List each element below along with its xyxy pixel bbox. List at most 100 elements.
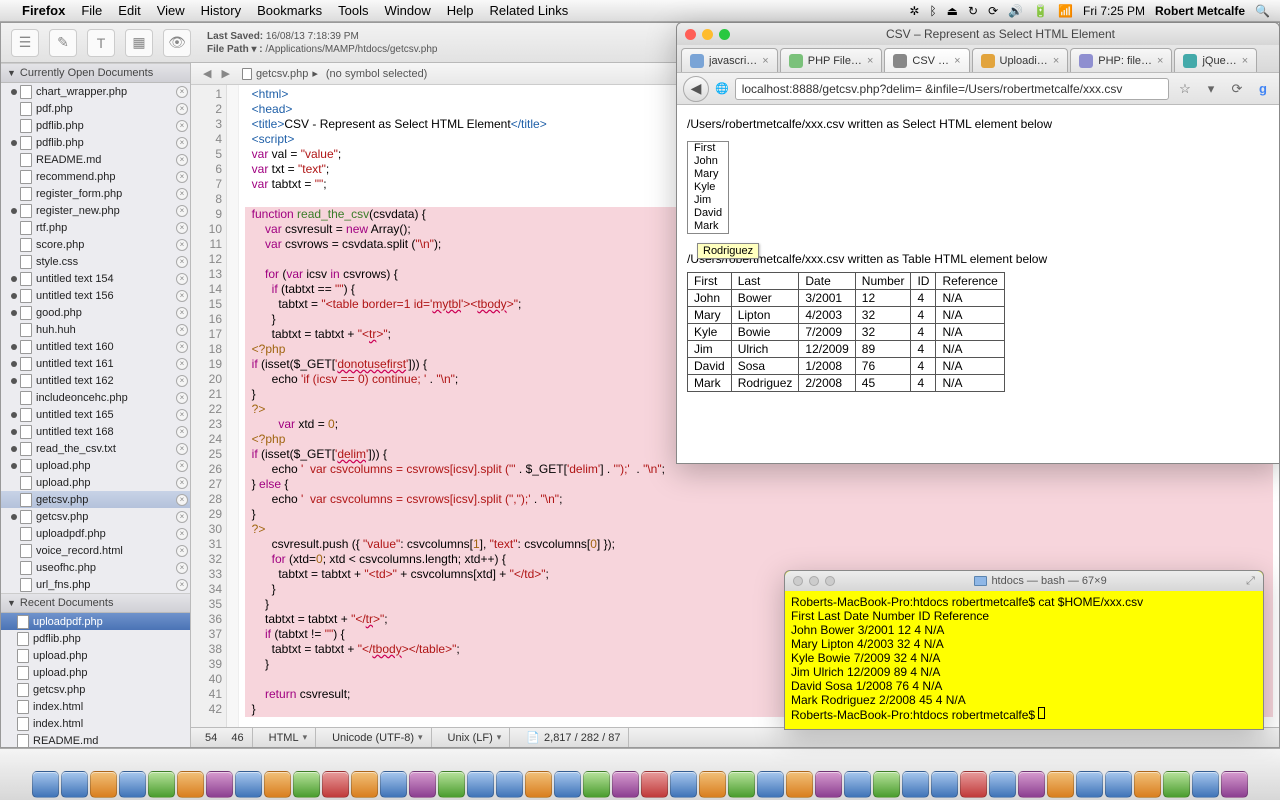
dock-app-icon[interactable] xyxy=(989,771,1016,798)
status-lineend[interactable]: Unix (LF) xyxy=(440,728,511,747)
nav-fwd-icon[interactable]: ▶ xyxy=(217,67,233,80)
dock-app-icon[interactable] xyxy=(670,771,697,798)
sidebar-item[interactable]: voice_record.html× xyxy=(1,542,190,559)
dock-app-icon[interactable] xyxy=(902,771,929,798)
dock-app-icon[interactable] xyxy=(641,771,668,798)
sidebar-item[interactable]: chart_wrapper.php× xyxy=(1,83,190,100)
app-name[interactable]: Firefox xyxy=(22,3,65,18)
dock-app-icon[interactable] xyxy=(815,771,842,798)
dock-app-icon[interactable] xyxy=(1134,771,1161,798)
sidebar-item[interactable]: uploadpdf.php xyxy=(1,613,190,630)
sidebar-item[interactable]: untitled text 168× xyxy=(1,423,190,440)
dock-app-icon[interactable] xyxy=(1047,771,1074,798)
sidebar-item[interactable]: pdf.php× xyxy=(1,100,190,117)
back-button[interactable]: ◀ xyxy=(683,76,709,102)
dock-app-icon[interactable] xyxy=(322,771,349,798)
dock-app-icon[interactable] xyxy=(90,771,117,798)
menu-tools[interactable]: Tools xyxy=(338,3,368,18)
dock-app-icon[interactable] xyxy=(293,771,320,798)
menu-file[interactable]: File xyxy=(81,3,102,18)
preview-icon[interactable]: 👁 xyxy=(163,29,191,57)
sidebar-item[interactable]: index.html xyxy=(1,715,190,732)
sidebar-item[interactable]: getcsv.php xyxy=(1,681,190,698)
dock-app-icon[interactable] xyxy=(177,771,204,798)
sidebar-item[interactable]: README.md xyxy=(1,732,190,747)
close-doc-icon[interactable]: × xyxy=(176,324,188,336)
dock-app-icon[interactable] xyxy=(32,771,59,798)
search-engine-icon[interactable]: g xyxy=(1253,81,1273,96)
menu-help[interactable]: Help xyxy=(447,3,474,18)
dock-app-icon[interactable] xyxy=(496,771,523,798)
zoom-icon[interactable] xyxy=(825,576,835,586)
dock-app-icon[interactable] xyxy=(583,771,610,798)
edit-icon[interactable]: ✎ xyxy=(49,29,77,57)
terminal-content[interactable]: Roberts-MacBook-Pro:htdocs robertmetcalf… xyxy=(785,591,1263,726)
browser-tab[interactable]: jQue…× xyxy=(1174,48,1257,72)
close-doc-icon[interactable]: × xyxy=(176,409,188,421)
browser-tab[interactable]: Uploadi…× xyxy=(972,48,1069,72)
dock-app-icon[interactable] xyxy=(931,771,958,798)
sync-icon[interactable]: ↻ xyxy=(968,4,978,18)
close-doc-icon[interactable]: × xyxy=(176,358,188,370)
terminal-titlebar[interactable]: htdocs — bash — 67×9 ⤢ xyxy=(785,571,1263,591)
close-doc-icon[interactable]: × xyxy=(176,426,188,438)
dock-app-icon[interactable] xyxy=(1221,771,1248,798)
spotlight-icon[interactable]: 🔍 xyxy=(1255,4,1270,18)
close-icon[interactable] xyxy=(793,576,803,586)
menu-history[interactable]: History xyxy=(201,3,241,18)
sidebar-item[interactable]: pdflib.php xyxy=(1,630,190,647)
close-doc-icon[interactable]: × xyxy=(176,256,188,268)
browser-tab[interactable]: PHP File…× xyxy=(780,48,883,72)
browser-tab[interactable]: javascri…× xyxy=(681,48,778,72)
dock-app-icon[interactable] xyxy=(1163,771,1190,798)
fold-column[interactable] xyxy=(227,85,239,727)
minimize-icon[interactable] xyxy=(809,576,819,586)
dock-app-icon[interactable] xyxy=(467,771,494,798)
sidebar-item[interactable]: upload.php× xyxy=(1,457,190,474)
bluetooth-icon[interactable]: ᛒ xyxy=(929,4,936,18)
sidebar-item[interactable]: getcsv.php× xyxy=(1,491,190,508)
recent-docs-header[interactable]: ▼Recent Documents xyxy=(1,593,190,613)
sidebar-item[interactable]: pdflib.php× xyxy=(1,134,190,151)
select-element[interactable]: FirstJohnMaryKyleJimDavidMark xyxy=(687,141,729,234)
dock-app-icon[interactable] xyxy=(119,771,146,798)
status-lang[interactable]: HTML xyxy=(261,728,316,747)
close-doc-icon[interactable]: × xyxy=(176,579,188,591)
sidebar-toggle-icon[interactable]: ☰ xyxy=(11,29,39,57)
sidebar-item[interactable]: url_fns.php× xyxy=(1,576,190,593)
dock-app-icon[interactable] xyxy=(438,771,465,798)
expand-icon[interactable]: ⤢ xyxy=(1246,575,1255,588)
sidebar-item[interactable]: untitled text 165× xyxy=(1,406,190,423)
sidebar-item[interactable]: untitled text 160× xyxy=(1,338,190,355)
sidebar-item[interactable]: read_the_csv.txt× xyxy=(1,440,190,457)
close-doc-icon[interactable]: × xyxy=(176,307,188,319)
dock-app-icon[interactable] xyxy=(699,771,726,798)
browser-tab[interactable]: CSV …× xyxy=(884,48,969,72)
close-doc-icon[interactable]: × xyxy=(176,239,188,251)
dock-app-icon[interactable] xyxy=(409,771,436,798)
close-doc-icon[interactable]: × xyxy=(176,375,188,387)
dock-app-icon[interactable] xyxy=(1105,771,1132,798)
dock-app-icon[interactable] xyxy=(757,771,784,798)
sidebar-item[interactable]: pdflib.php× xyxy=(1,117,190,134)
dock-app-icon[interactable] xyxy=(264,771,291,798)
close-doc-icon[interactable]: × xyxy=(176,188,188,200)
status-linecol[interactable]: 54 46 xyxy=(197,728,253,747)
sidebar-item[interactable]: useofhc.php× xyxy=(1,559,190,576)
nav-back-icon[interactable]: ◀ xyxy=(199,67,215,80)
username[interactable]: Robert Metcalfe xyxy=(1155,4,1245,18)
url-field[interactable]: localhost:8888/getcsv.php?delim= &infile… xyxy=(735,78,1169,100)
close-doc-icon[interactable]: × xyxy=(176,443,188,455)
status-icon[interactable]: ✲ xyxy=(909,4,919,18)
firefox-titlebar[interactable]: CSV – Represent as Select HTML Element xyxy=(677,23,1279,45)
clock[interactable]: Fri 7:25 PM xyxy=(1083,4,1145,18)
menu-bookmarks[interactable]: Bookmarks xyxy=(257,3,322,18)
close-doc-icon[interactable]: × xyxy=(176,154,188,166)
status-enc[interactable]: Unicode (UTF-8) xyxy=(324,728,431,747)
close-doc-icon[interactable]: × xyxy=(176,460,188,472)
sidebar-item[interactable]: score.php× xyxy=(1,236,190,253)
dock-app-icon[interactable] xyxy=(380,771,407,798)
browser-tab[interactable]: PHP: file…× xyxy=(1070,48,1172,72)
sidebar-item[interactable]: good.php× xyxy=(1,304,190,321)
sidebar-item[interactable]: includeoncehc.php× xyxy=(1,389,190,406)
